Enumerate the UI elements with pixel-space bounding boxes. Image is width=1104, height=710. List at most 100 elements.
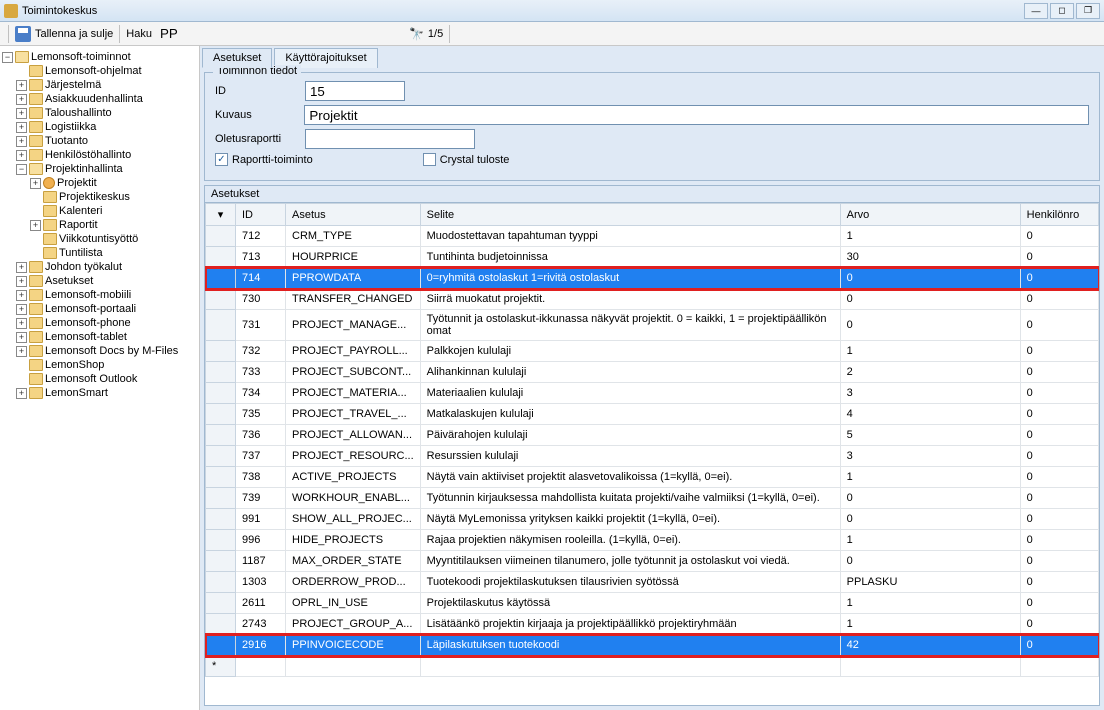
cell-asetus[interactable]: TRANSFER_CHANGED xyxy=(286,289,421,310)
row-selector-header[interactable]: ▾ xyxy=(206,204,236,226)
tree-item[interactable]: +Johdon työkalut xyxy=(2,260,197,274)
cell-asetus[interactable]: MAX_ORDER_STATE xyxy=(286,551,421,572)
save-icon[interactable] xyxy=(15,26,31,42)
cell-selite[interactable]: Työtunnin kirjauksessa mahdollista kuita… xyxy=(420,488,840,509)
row-header[interactable] xyxy=(206,247,236,268)
cell-arvo[interactable]: 0 xyxy=(840,310,1020,341)
tree-item[interactable]: +Raportit xyxy=(2,218,197,232)
column-header[interactable]: Henkilönro xyxy=(1020,204,1098,226)
cell-asetus[interactable]: ORDERROW_PROD... xyxy=(286,572,421,593)
tree-item[interactable]: +Logistiikka xyxy=(2,120,197,134)
cell-selite[interactable]: Päivärahojen kululaji xyxy=(420,425,840,446)
cell-selite[interactable]: Myyntitilauksen viimeinen tilanumero, jo… xyxy=(420,551,840,572)
cell-arvo[interactable]: 42 xyxy=(840,635,1020,656)
cell-id[interactable]: 996 xyxy=(236,530,286,551)
table-row[interactable]: 2916PPINVOICECODELäpilaskutuksen tuoteko… xyxy=(206,635,1099,656)
row-header[interactable] xyxy=(206,488,236,509)
cell-id[interactable] xyxy=(236,656,286,677)
table-row[interactable]: * xyxy=(206,656,1099,677)
tree-item[interactable]: +Henkilöstöhallinto xyxy=(2,148,197,162)
cell-arvo[interactable]: 30 xyxy=(840,247,1020,268)
cell-asetus[interactable]: PPROWDATA xyxy=(286,268,421,289)
table-row[interactable]: 1187MAX_ORDER_STATEMyyntitilauksen viime… xyxy=(206,551,1099,572)
row-header[interactable] xyxy=(206,425,236,446)
table-row[interactable]: 739WORKHOUR_ENABL...Työtunnin kirjaukses… xyxy=(206,488,1099,509)
cell-id[interactable]: 714 xyxy=(236,268,286,289)
cell-selite[interactable]: Tuotekoodi projektilaskutuksen tilausriv… xyxy=(420,572,840,593)
cell-asetus[interactable]: CRM_TYPE xyxy=(286,226,421,247)
row-header[interactable] xyxy=(206,289,236,310)
cell-h[interactable]: 0 xyxy=(1020,362,1098,383)
cell-h[interactable]: 0 xyxy=(1020,446,1098,467)
cell-asetus[interactable]: WORKHOUR_ENABL... xyxy=(286,488,421,509)
cell-asetus[interactable]: PROJECT_ALLOWAN... xyxy=(286,425,421,446)
cell-asetus[interactable]: PPINVOICECODE xyxy=(286,635,421,656)
tree-panel[interactable]: − Lemonsoft-toiminnot Lemonsoft-ohjelmat… xyxy=(0,46,200,710)
cell-id[interactable]: 738 xyxy=(236,467,286,488)
tree-item[interactable]: +Lemonsoft Docs by M-Files xyxy=(2,344,197,358)
cell-asetus[interactable]: PROJECT_SUBCONT... xyxy=(286,362,421,383)
row-header[interactable] xyxy=(206,268,236,289)
tree-item[interactable]: +Tuotanto xyxy=(2,134,197,148)
tree-item[interactable]: +Asiakkuudenhallinta xyxy=(2,92,197,106)
row-header[interactable] xyxy=(206,383,236,404)
cell-asetus[interactable]: SHOW_ALL_PROJEC... xyxy=(286,509,421,530)
row-header[interactable] xyxy=(206,467,236,488)
cell-selite[interactable]: Läpilaskutuksen tuotekoodi xyxy=(420,635,840,656)
cell-arvo[interactable]: 3 xyxy=(840,383,1020,404)
cell-arvo[interactable]: 1 xyxy=(840,341,1020,362)
table-row[interactable]: 738ACTIVE_PROJECTSNäytä vain aktiiviset … xyxy=(206,467,1099,488)
cell-arvo[interactable]: 1 xyxy=(840,467,1020,488)
row-header[interactable] xyxy=(206,404,236,425)
cell-selite[interactable]: Matkalaskujen kululaji xyxy=(420,404,840,425)
cell-h[interactable]: 0 xyxy=(1020,268,1098,289)
row-header[interactable] xyxy=(206,362,236,383)
tree-item[interactable]: +Järjestelmä xyxy=(2,78,197,92)
cell-selite[interactable]: Näytä vain aktiiviset projektit alasveto… xyxy=(420,467,840,488)
row-header[interactable] xyxy=(206,310,236,341)
cell-id[interactable]: 2611 xyxy=(236,593,286,614)
binoculars-icon[interactable]: 🔭 xyxy=(409,27,424,41)
id-field[interactable] xyxy=(305,81,405,101)
cell-arvo[interactable]: 5 xyxy=(840,425,1020,446)
cell-asetus[interactable]: PROJECT_MANAGE... xyxy=(286,310,421,341)
cell-id[interactable]: 712 xyxy=(236,226,286,247)
row-header[interactable] xyxy=(206,635,236,656)
cell-selite[interactable]: Siirrä muokatut projektit. xyxy=(420,289,840,310)
settings-grid[interactable]: ▾IDAsetusSeliteArvoHenkilönro 712CRM_TYP… xyxy=(205,203,1099,705)
cell-h[interactable]: 0 xyxy=(1020,572,1098,593)
cell-h[interactable]: 0 xyxy=(1020,551,1098,572)
cell-asetus[interactable]: PROJECT_PAYROLL... xyxy=(286,341,421,362)
cell-h[interactable]: 0 xyxy=(1020,425,1098,446)
cell-id[interactable]: 731 xyxy=(236,310,286,341)
table-row[interactable]: 737PROJECT_RESOURC...Resurssien kululaji… xyxy=(206,446,1099,467)
cell-asetus[interactable]: PROJECT_TRAVEL_... xyxy=(286,404,421,425)
tree-item[interactable]: +Asetukset xyxy=(2,274,197,288)
cell-selite[interactable]: Materiaalien kululaji xyxy=(420,383,840,404)
row-header[interactable] xyxy=(206,551,236,572)
column-header[interactable]: Selite xyxy=(420,204,840,226)
cell-h[interactable]: 0 xyxy=(1020,614,1098,635)
cell-arvo[interactable]: 1 xyxy=(840,593,1020,614)
table-row[interactable]: 2743PROJECT_GROUP_A...Lisätäänkö projekt… xyxy=(206,614,1099,635)
cell-arvo[interactable]: 0 xyxy=(840,551,1020,572)
table-row[interactable]: 731PROJECT_MANAGE...Työtunnit ja ostolas… xyxy=(206,310,1099,341)
table-row[interactable]: 736PROJECT_ALLOWAN...Päivärahojen kulula… xyxy=(206,425,1099,446)
cell-h[interactable]: 0 xyxy=(1020,226,1098,247)
cell-id[interactable]: 737 xyxy=(236,446,286,467)
cell-h[interactable]: 0 xyxy=(1020,247,1098,268)
cell-id[interactable]: 991 xyxy=(236,509,286,530)
tree-item[interactable]: Kalenteri xyxy=(2,204,197,218)
cell-h[interactable]: 0 xyxy=(1020,341,1098,362)
column-header[interactable]: Arvo xyxy=(840,204,1020,226)
cell-id[interactable]: 732 xyxy=(236,341,286,362)
tree-item[interactable]: Lemonsoft-ohjelmat xyxy=(2,64,197,78)
table-row[interactable]: 733PROJECT_SUBCONT...Alihankinnan kulula… xyxy=(206,362,1099,383)
cell-arvo[interactable]: PPLASKU xyxy=(840,572,1020,593)
cell-arvo[interactable]: 1 xyxy=(840,226,1020,247)
row-header[interactable] xyxy=(206,593,236,614)
cell-asetus[interactable]: ACTIVE_PROJECTS xyxy=(286,467,421,488)
cell-selite[interactable]: Näytä MyLemonissa yrityksen kaikki proje… xyxy=(420,509,840,530)
crystal-checkbox[interactable]: Crystal tuloste xyxy=(423,153,510,166)
table-row[interactable]: 2611OPRL_IN_USEProjektilaskutus käytössä… xyxy=(206,593,1099,614)
